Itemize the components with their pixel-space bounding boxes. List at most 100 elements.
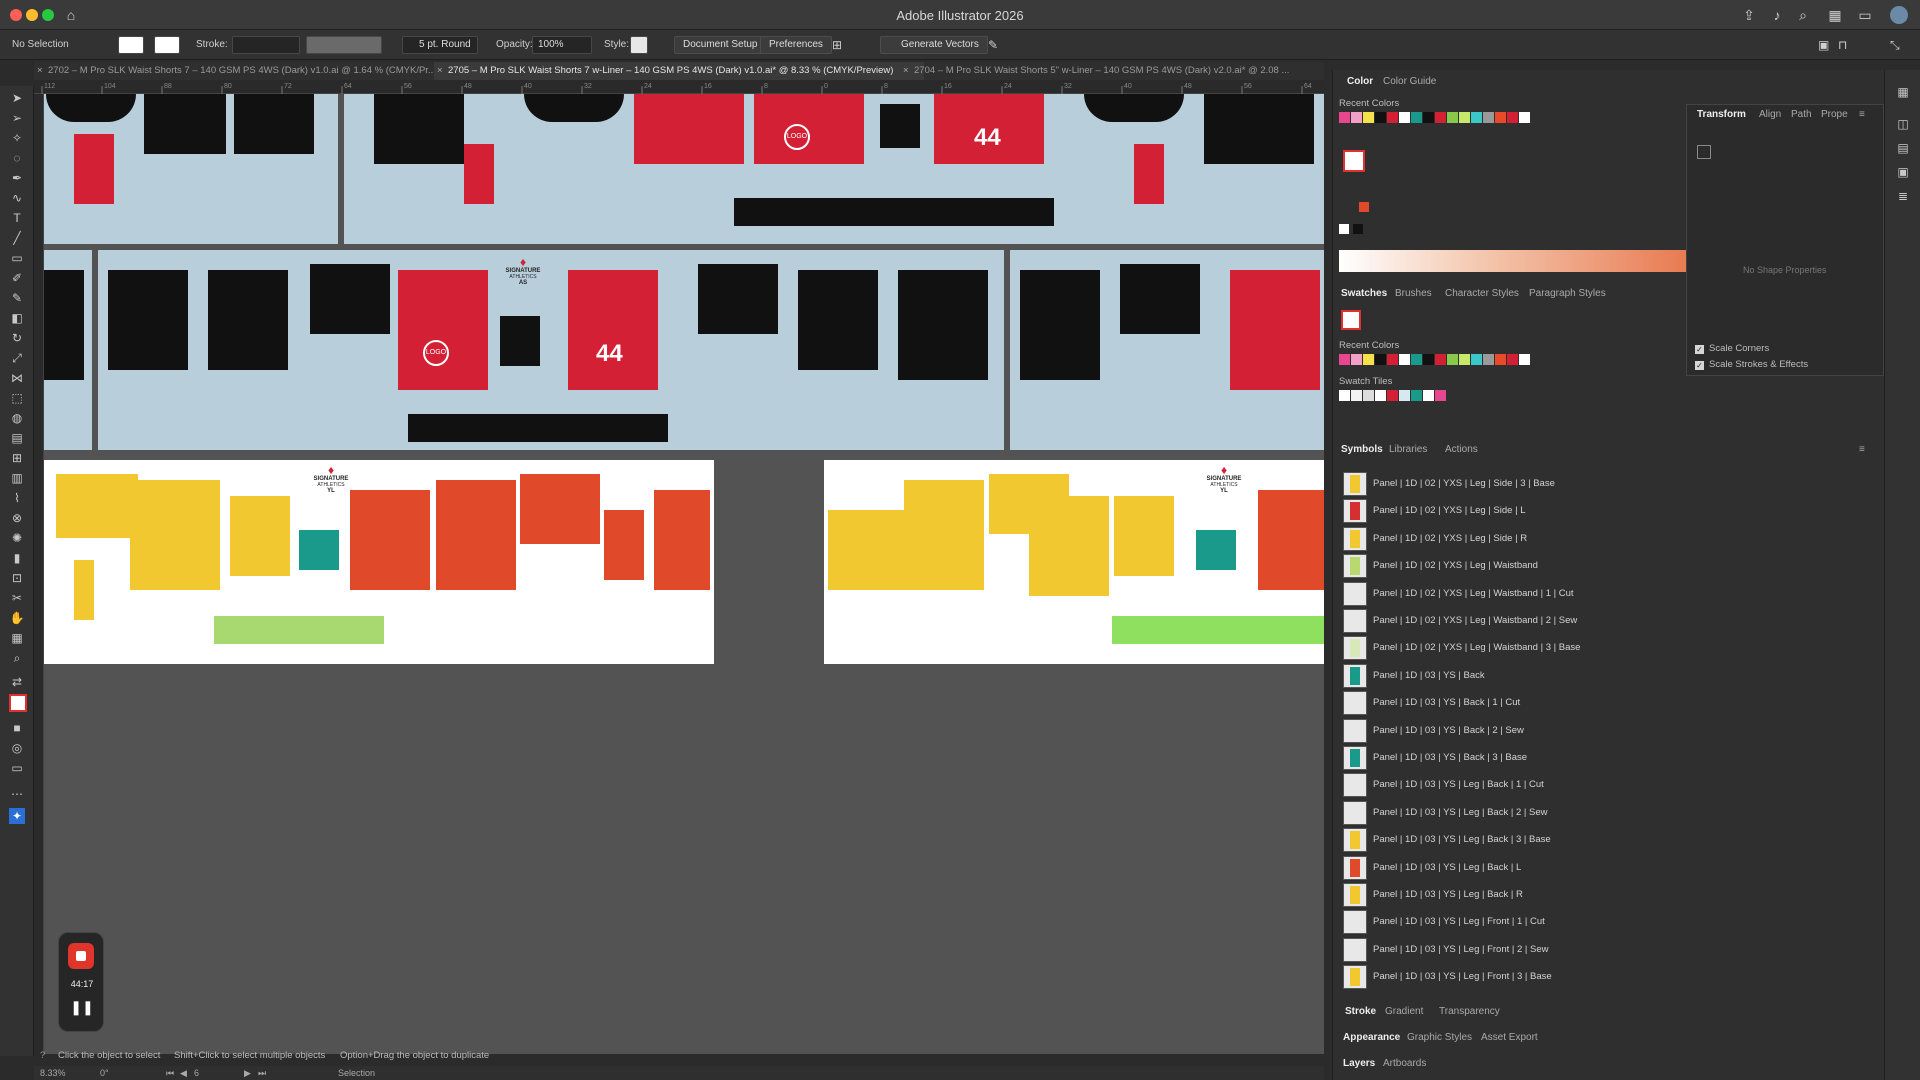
- tab-properties[interactable]: Prope: [1821, 109, 1848, 120]
- tab-actions[interactable]: Actions: [1445, 444, 1478, 455]
- swatch-tile[interactable]: [1423, 390, 1434, 401]
- symbol-list-item[interactable]: Panel | 1D | 03 | YS | Leg | Front | 3 |…: [1342, 963, 1877, 990]
- tab-character-styles[interactable]: Character Styles: [1445, 288, 1519, 299]
- swatch-tile[interactable]: [1375, 390, 1386, 401]
- slice-tool-icon[interactable]: ✂: [9, 590, 25, 606]
- recent-color-swatch[interactable]: [1507, 112, 1518, 123]
- recent-color-swatch[interactable]: [1435, 112, 1446, 123]
- swap-fill-stroke-icon[interactable]: ⇄: [9, 674, 25, 690]
- recent-color-swatch[interactable]: [1363, 354, 1374, 365]
- mesh-tool-icon[interactable]: ⊞: [9, 450, 25, 466]
- close-tab-icon[interactable]: ×: [437, 62, 443, 80]
- rectangle-tool-icon[interactable]: ▭: [9, 250, 25, 266]
- tab-layers[interactable]: Layers: [1343, 1058, 1375, 1069]
- document-setup-button[interactable]: Document Setup: [674, 36, 767, 54]
- symbol-list-item[interactable]: Panel | 1D | 03 | YS | Leg | Back | 2 | …: [1342, 799, 1877, 826]
- artboard-next-icon[interactable]: ▶: [244, 1066, 251, 1080]
- recent-color-swatch[interactable]: [1519, 112, 1530, 123]
- doc-tab-2704[interactable]: × 2704 – M Pro SLK Waist Shorts 5" w-Line…: [900, 62, 1324, 80]
- symbol-list-item[interactable]: Panel | 1D | 03 | YS | Back | 1 | Cut: [1342, 689, 1877, 716]
- fill-stroke-indicator[interactable]: [9, 694, 27, 712]
- tab-transform[interactable]: Transform: [1697, 109, 1746, 120]
- recent-color-swatch[interactable]: [1399, 354, 1410, 365]
- recent-color-swatch[interactable]: [1435, 354, 1446, 365]
- rotation-view[interactable]: 0°: [100, 1066, 109, 1080]
- graph-tool-icon[interactable]: ▮: [9, 550, 25, 566]
- shape-builder-tool-icon[interactable]: ◍: [9, 410, 25, 426]
- symbol-list-item[interactable]: Panel | 1D | 02 | YXS | Leg | Side | L: [1342, 497, 1877, 524]
- recent-color-swatch[interactable]: [1483, 112, 1494, 123]
- vertical-ruler[interactable]: [34, 94, 44, 1054]
- preferences-button[interactable]: Preferences: [760, 36, 832, 54]
- properties-icon[interactable]: ⊓: [1838, 37, 1847, 53]
- magic-wand-tool-icon[interactable]: ✧: [9, 130, 25, 146]
- swatch-fill-stroke[interactable]: [1341, 310, 1361, 330]
- zoom-level[interactable]: 8.33%: [40, 1066, 66, 1080]
- symbol-list-item[interactable]: Panel | 1D | 02 | YXS | Leg | Side | 3 |…: [1342, 470, 1877, 497]
- recent-color-swatch[interactable]: [1399, 112, 1410, 123]
- artboards-panel-icon[interactable]: ▣: [1895, 164, 1911, 180]
- artboard-number[interactable]: 6: [194, 1066, 199, 1080]
- avatar[interactable]: [1890, 6, 1908, 24]
- type-tool-icon[interactable]: T: [9, 210, 25, 226]
- tab-color-guide[interactable]: Color Guide: [1383, 76, 1436, 87]
- canvas[interactable]: LOGO 44 LOGO ♦ SIGNATURE ATHLETICS AS 44: [44, 94, 1324, 1054]
- recent-color-swatch[interactable]: [1423, 354, 1434, 365]
- recent-color-swatch[interactable]: [1447, 112, 1458, 123]
- tab-brushes[interactable]: Brushes: [1395, 288, 1432, 299]
- recent-color-swatch[interactable]: [1351, 112, 1362, 123]
- symbol-list-item[interactable]: Panel | 1D | 03 | YS | Back | 2 | Sew: [1342, 717, 1877, 744]
- close-tab-icon[interactable]: ×: [37, 62, 43, 80]
- doc-tab-2705[interactable]: × 2705 – M Pro SLK Waist Shorts 7 w-Liner…: [434, 62, 924, 80]
- zoom-tool-icon[interactable]: ⌕: [9, 650, 25, 666]
- artboard[interactable]: LOGO ♦ SIGNATURE ATHLETICS AS 44: [98, 250, 1004, 450]
- tab-stroke[interactable]: Stroke: [1345, 1006, 1376, 1017]
- recent-color-swatch[interactable]: [1447, 354, 1458, 365]
- rotate-tool-icon[interactable]: ↻: [9, 330, 25, 346]
- tab-gradient[interactable]: Gradient: [1385, 1006, 1423, 1017]
- symbol-list-item[interactable]: Panel | 1D | 03 | YS | Leg | Back | 1 | …: [1342, 771, 1877, 798]
- recent-color-swatch[interactable]: [1411, 112, 1422, 123]
- recent-color-swatch[interactable]: [1339, 112, 1350, 123]
- lasso-tool-icon[interactable]: ◌: [9, 150, 25, 166]
- print-tiling-tool-icon[interactable]: ▦: [9, 630, 25, 646]
- blend-tool-icon[interactable]: ⊗: [9, 510, 25, 526]
- symbol-list-item[interactable]: Panel | 1D | 02 | YXS | Leg | Waistband …: [1342, 607, 1877, 634]
- brush-definition[interactable]: 5 pt. Round: [402, 36, 478, 54]
- properties-panel-icon[interactable]: ▦: [1895, 84, 1911, 100]
- recent-color-swatch[interactable]: [1411, 354, 1422, 365]
- pin-icon[interactable]: ✎: [988, 37, 998, 53]
- width-tool-icon[interactable]: ⋈: [9, 370, 25, 386]
- notifications-icon[interactable]: ♪: [1768, 6, 1786, 24]
- arrange-documents-icon[interactable]: ▣: [1818, 37, 1829, 53]
- horizontal-ruler[interactable]: 112 104 88 80 72 64 56 48 40 32 24 16 8 0 8 16 24 32 40 48 5…: [34, 80, 1324, 94]
- recent-color-swatch[interactable]: [1459, 354, 1470, 365]
- stroke-weight-field[interactable]: [232, 36, 300, 54]
- style-swatch[interactable]: [630, 36, 648, 54]
- collapse-icon[interactable]: ⤡: [1890, 37, 1900, 53]
- tab-symbols[interactable]: Symbols: [1341, 444, 1383, 455]
- recent-color-swatch[interactable]: [1387, 112, 1398, 123]
- free-transform-tool-icon[interactable]: ⬚: [9, 390, 25, 406]
- artboard-prev-icon[interactable]: ◀: [180, 1066, 187, 1080]
- curvature-tool-icon[interactable]: ∿: [9, 190, 25, 206]
- variable-width-profile[interactable]: [306, 36, 382, 54]
- close-tab-icon[interactable]: ×: [903, 62, 909, 80]
- tab-asset-export[interactable]: Asset Export: [1481, 1032, 1538, 1043]
- symbol-list-item[interactable]: Panel | 1D | 03 | YS | Leg | Back | L: [1342, 854, 1877, 881]
- eraser-tool-icon[interactable]: ◧: [9, 310, 25, 326]
- tab-align[interactable]: Align: [1759, 109, 1781, 120]
- recent-color-swatch[interactable]: [1495, 354, 1506, 365]
- last-color-swatch[interactable]: [1359, 202, 1369, 212]
- doc-tab-2702[interactable]: × 2702 – M Pro SLK Waist Shorts 7 – 140 G…: [34, 62, 442, 80]
- selection-tool-icon[interactable]: ➤: [9, 90, 25, 106]
- symbol-list-item[interactable]: Panel | 1D | 02 | YXS | Leg | Waistband …: [1342, 580, 1877, 607]
- symbol-sprayer-tool-icon[interactable]: ✺: [9, 530, 25, 546]
- libraries-panel-icon[interactable]: ▤: [1895, 140, 1911, 156]
- none-color-swatch[interactable]: [1339, 224, 1349, 234]
- swatch-tile[interactable]: [1339, 390, 1350, 401]
- recent-color-swatch[interactable]: [1375, 354, 1386, 365]
- workspace-icon[interactable]: ▦: [1826, 6, 1844, 24]
- align-panel-icon[interactable]: ≣: [1895, 188, 1911, 204]
- tab-swatches[interactable]: Swatches: [1341, 288, 1387, 299]
